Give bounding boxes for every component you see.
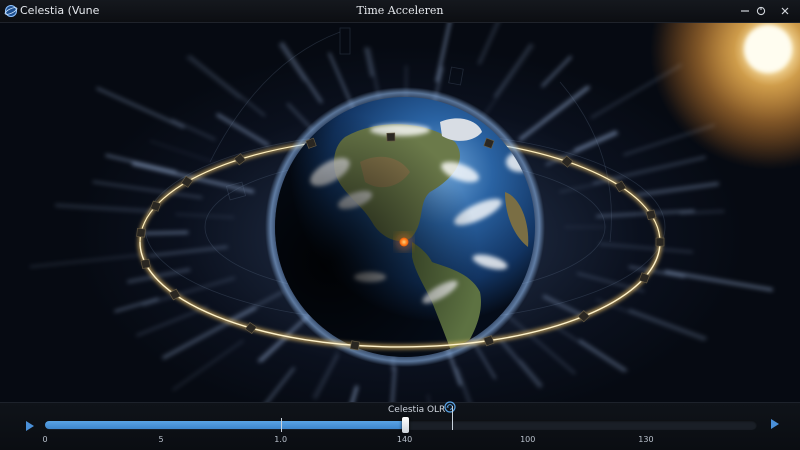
play-icon <box>771 419 779 429</box>
speed-streak <box>149 140 230 169</box>
speed-streak <box>29 254 146 268</box>
speed-streak <box>541 55 572 88</box>
timeline-marker <box>452 406 454 430</box>
speed-streak <box>185 56 241 100</box>
space-scene <box>29 22 800 402</box>
speed-streak <box>314 354 339 399</box>
location-marker-icon[interactable] <box>399 237 409 247</box>
timeline-tick-label: 100 <box>520 435 536 444</box>
speed-streak <box>494 43 532 98</box>
orbit-node <box>645 209 657 221</box>
timeline-tick-label: 140 <box>396 435 413 444</box>
timeline-slider[interactable] <box>45 406 757 433</box>
speed-streak <box>518 85 590 141</box>
orbit-node <box>233 153 246 166</box>
speed-streak <box>96 87 185 129</box>
minimize-icon <box>741 10 749 12</box>
speed-streak <box>350 385 359 402</box>
speed-streak <box>261 334 291 362</box>
speed-streak <box>596 298 705 342</box>
speed-streak <box>114 297 159 313</box>
speed-streak <box>171 118 216 141</box>
speed-streak <box>105 154 177 174</box>
maximize-icon <box>756 6 766 16</box>
play-forward-button[interactable] <box>770 418 780 430</box>
speed-streak <box>427 394 430 402</box>
orbit-node <box>386 132 396 142</box>
speed-streak <box>162 306 257 360</box>
timeline-tick-label: 5 <box>158 435 164 444</box>
maximize-button[interactable] <box>750 0 772 22</box>
space-viewport[interactable] <box>0 22 800 402</box>
speed-streak <box>143 231 189 235</box>
speed-streak <box>502 311 576 375</box>
app-window: Celestia (Vune Time Acceleren Celestia O… <box>0 0 800 450</box>
speed-streak <box>636 182 719 197</box>
orbit-node <box>577 310 590 323</box>
sun-disc <box>744 25 792 73</box>
speed-streak <box>391 365 397 402</box>
speed-streak <box>542 294 586 319</box>
speed-streak <box>628 308 707 340</box>
speed-streak <box>142 276 236 307</box>
orbit-node <box>349 340 360 351</box>
play-backward-button[interactable] <box>25 420 35 432</box>
speed-streak <box>599 243 694 253</box>
timeline-tick-label: 0 <box>42 435 48 444</box>
speed-streak <box>664 269 773 292</box>
app-logo-icon <box>4 5 18 17</box>
speed-streak <box>455 367 472 402</box>
orbit-node <box>140 258 151 269</box>
speed-streak <box>265 367 295 402</box>
speed-streak <box>278 44 305 82</box>
timeline-tick-label: 130 <box>638 435 654 444</box>
speed-streak <box>481 44 535 119</box>
speed-streak <box>435 22 452 83</box>
speed-streak <box>477 22 500 65</box>
close-icon <box>781 7 789 15</box>
speed-streak <box>280 42 323 104</box>
timeline-tick-label: 1.0 <box>274 435 288 444</box>
speed-streak <box>541 85 587 121</box>
speed-streak <box>175 213 235 218</box>
sync-icon[interactable] <box>444 401 456 413</box>
speed-streak <box>216 113 270 147</box>
title-bar[interactable]: Celestia (Vune Time Acceleren <box>0 0 800 23</box>
speed-streak <box>520 359 543 386</box>
speed-streak <box>148 246 228 257</box>
speed-streak <box>189 55 266 117</box>
window-title: Time Acceleren <box>356 4 444 17</box>
timeline-handle[interactable] <box>401 417 409 433</box>
orbit-node <box>136 228 146 238</box>
play-icon <box>26 421 34 431</box>
timeline-label: Celestia OLR <box>388 405 446 415</box>
speed-streak <box>136 306 208 336</box>
speed-streak <box>578 339 627 372</box>
orbit-node <box>655 237 665 247</box>
close-button[interactable] <box>774 0 796 22</box>
speed-streak <box>574 130 617 152</box>
orbit-node <box>244 322 257 334</box>
app-name: Celestia (Vune <box>20 4 100 17</box>
timeline-marker <box>280 418 282 432</box>
speed-streak <box>499 338 542 388</box>
timeline-progress-fill <box>45 421 405 429</box>
speed-streak <box>55 203 154 213</box>
